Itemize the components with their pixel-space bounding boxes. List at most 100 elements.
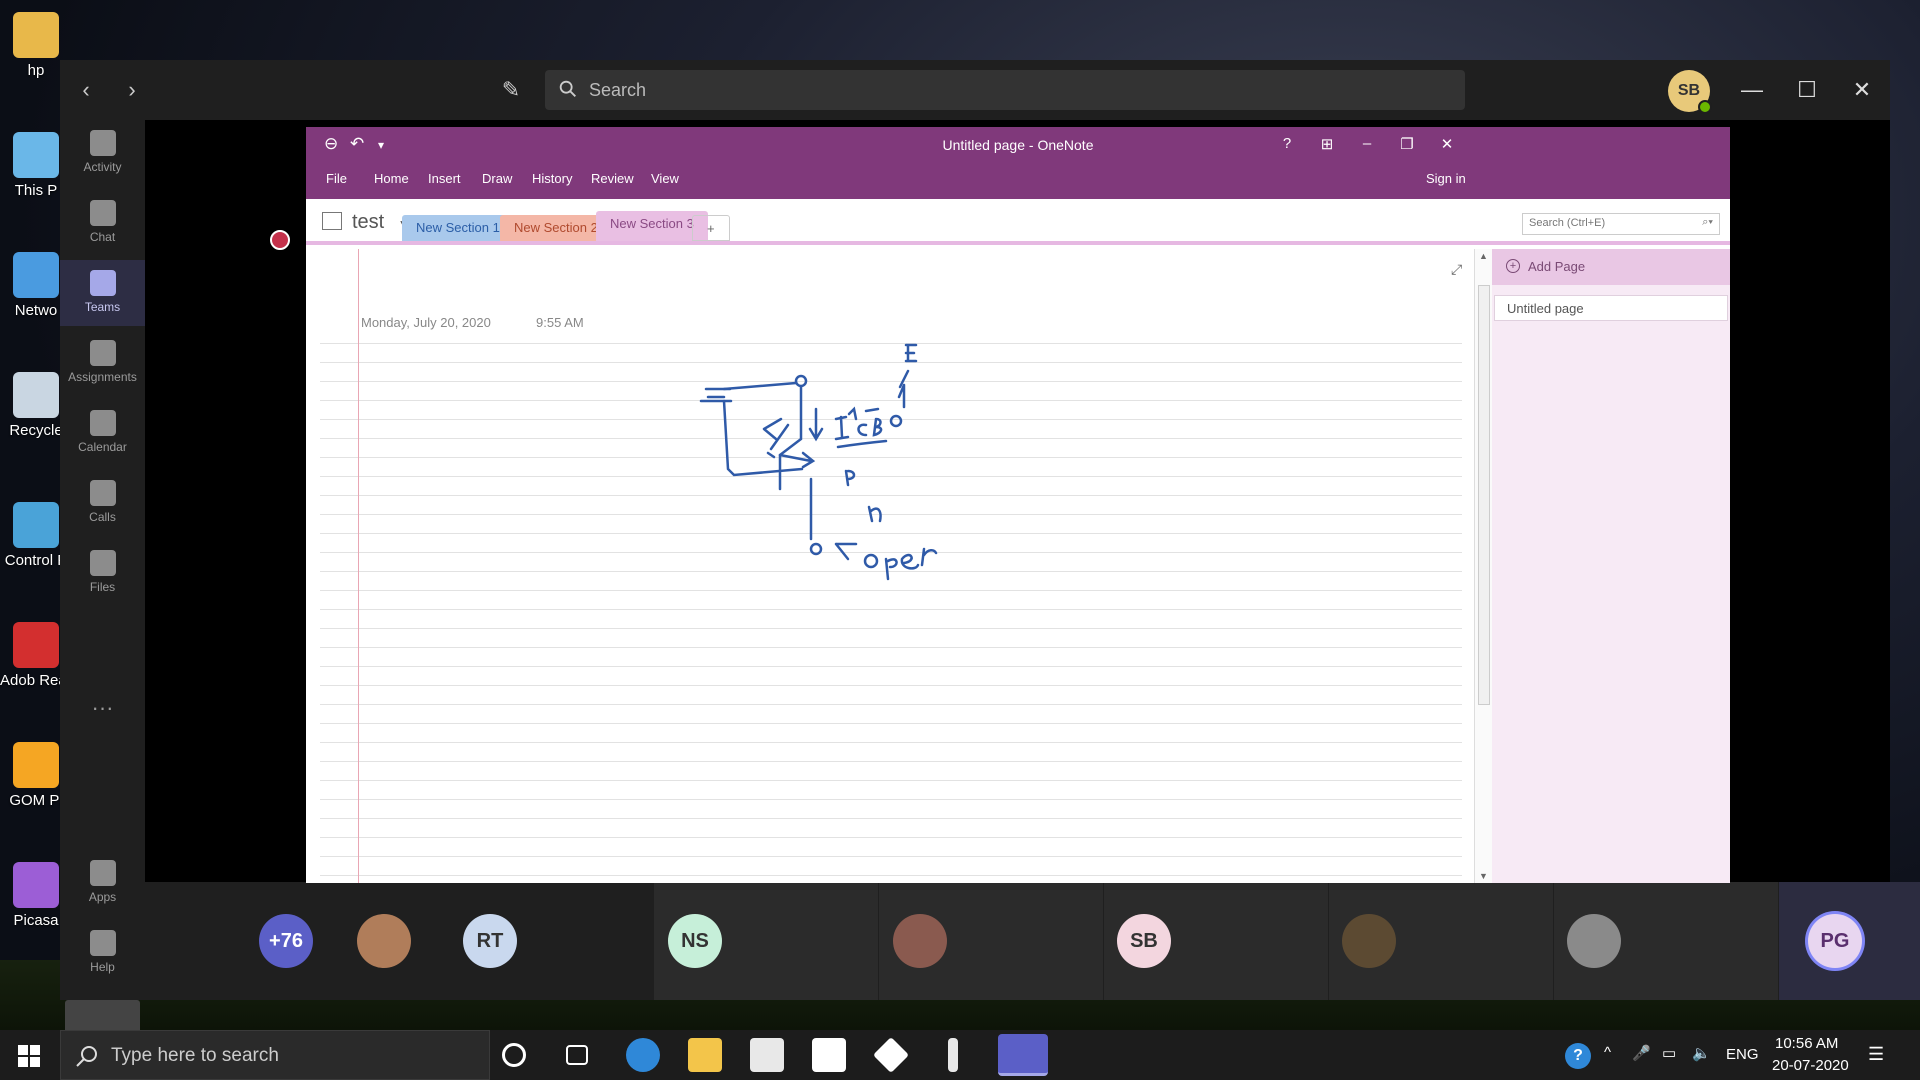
rail-apps[interactable]: Apps (60, 850, 145, 916)
help-icon (89, 930, 116, 956)
amazon-icon[interactable] (812, 1038, 846, 1072)
add-page-label: Add Page (1528, 259, 1586, 274)
scroll-up-icon[interactable]: ▲ (1479, 251, 1488, 261)
participant-avatar[interactable]: PG (1808, 914, 1862, 968)
apps-icon (89, 860, 116, 886)
menu-history[interactable]: History (532, 171, 572, 186)
user-avatar[interactable]: SB (1668, 70, 1712, 114)
participant-avatar[interactable]: SB (1117, 914, 1171, 968)
activity-icon (89, 130, 116, 156)
rail-label: Teams (84, 300, 121, 314)
page-list-item[interactable]: Untitled page (1494, 295, 1728, 321)
cortana-icon[interactable] (502, 1043, 526, 1067)
mail-icon[interactable] (750, 1038, 784, 1072)
add-section-button[interactable]: + (692, 215, 730, 241)
rail-label: Activity (83, 160, 122, 174)
compose-icon[interactable]: ✎ (495, 74, 527, 106)
teams-icon (89, 270, 116, 296)
teams-taskbar-icon[interactable] (998, 1034, 1048, 1076)
page-scrollbar[interactable]: ▲ ▼ (1474, 249, 1492, 883)
onenote-titlebar: ⊖ ↶ ▾ Untitled page - OneNote ? ⊞ – ❐ ✕ … (306, 127, 1730, 199)
participant-avatar[interactable] (1342, 914, 1396, 968)
rail-label: Calendar (78, 440, 127, 454)
handwritten-ink-drawing (699, 343, 938, 581)
language-indicator[interactable]: ENG (1726, 1046, 1759, 1063)
desktop-icon-picasa-icon (13, 862, 59, 908)
magnifier-icon: ⌕▾ (1702, 216, 1713, 228)
rail-label: Files (89, 580, 116, 594)
app-icon[interactable] (948, 1038, 958, 1072)
dropbox-icon[interactable] (872, 1036, 910, 1074)
onenote-restore-icon[interactable]: ❐ (1392, 135, 1422, 153)
forward-arrow-icon[interactable]: › (116, 74, 148, 106)
taskbar-search-input[interactable]: Type here to search (60, 1030, 490, 1080)
files-icon (89, 550, 116, 576)
notifications-icon[interactable]: ☰ (1868, 1044, 1884, 1065)
rail-label: Help (90, 960, 115, 974)
page-canvas[interactable]: Monday, July 20, 2020 9:55 AM ⤢ (306, 249, 1474, 883)
onenote-minimize-icon[interactable]: – (1352, 135, 1382, 152)
help-button[interactable]: ? (1272, 135, 1302, 152)
onenote-search-placeholder: Search (Ctrl+E) (1529, 217, 1606, 229)
edge-browser-icon[interactable] (626, 1038, 660, 1072)
more-apps-icon[interactable]: ··· (60, 695, 145, 721)
menu-file[interactable]: File (326, 171, 347, 186)
help-tray-icon[interactable]: ? (1565, 1043, 1591, 1069)
microphone-icon[interactable]: 🎤 (1632, 1044, 1651, 1062)
participant-avatar[interactable] (357, 914, 411, 968)
participant-avatar[interactable]: RT (463, 914, 517, 968)
ribbon-display-icon[interactable]: ⊞ (1312, 135, 1342, 153)
rail-label: Chat (89, 230, 116, 244)
desktop-icon-control-panel-icon (13, 502, 59, 548)
rail-calendar[interactable]: Calendar (60, 400, 145, 466)
menu-view[interactable]: View (651, 171, 679, 186)
scroll-down-icon[interactable]: ▼ (1479, 871, 1488, 881)
rail-teams[interactable]: Teams (60, 260, 145, 326)
clock-date[interactable]: 20-07-2020 (1772, 1057, 1849, 1074)
maximize-icon[interactable]: ☐ (1785, 74, 1829, 106)
onenote-close-icon[interactable]: ✕ (1432, 135, 1462, 153)
menu-draw[interactable]: Draw (482, 171, 512, 186)
more-participants-button[interactable]: +76 (259, 914, 313, 968)
menu-home[interactable]: Home (374, 171, 409, 186)
rail-activity[interactable]: Activity (60, 120, 145, 186)
user-initials: SB (1677, 82, 1701, 99)
rail-label: Calls (89, 510, 116, 524)
menu-review[interactable]: Review (591, 171, 634, 186)
rail-assignments[interactable]: Assignments (60, 330, 145, 396)
onenote-search-input[interactable]: Search (Ctrl+E) ⌕▾ (1522, 213, 1720, 235)
participant-avatar[interactable]: NS (668, 914, 722, 968)
battery-icon[interactable]: ▭ (1662, 1044, 1676, 1062)
participant-generic-avatar-icon[interactable] (1567, 914, 1621, 968)
teams-app-rail: Activity Chat Teams Assignments Calendar Call… (60, 120, 145, 1050)
taskbar-search-icon (76, 1046, 97, 1067)
onenote-window: ⊖ ↶ ▾ Untitled page - OneNote ? ⊞ – ❐ ✕ … (306, 127, 1730, 883)
taskbar-search-placeholder: Type here to search (111, 1045, 279, 1066)
participant-avatar[interactable] (893, 914, 947, 968)
volume-icon[interactable]: 🔈 (1692, 1044, 1711, 1062)
add-page-button[interactable]: + Add Page (1492, 249, 1730, 285)
windows-start-icon[interactable] (18, 1045, 40, 1067)
rail-help[interactable]: Help (60, 920, 145, 986)
teams-search-input[interactable]: Search (545, 70, 1465, 110)
presence-available-icon (1698, 100, 1712, 114)
assignments-icon (89, 340, 116, 366)
sign-in-link[interactable]: Sign in (1426, 171, 1466, 186)
task-view-icon[interactable] (566, 1045, 588, 1065)
rail-files[interactable]: Files (60, 540, 145, 606)
menu-insert[interactable]: Insert (428, 171, 461, 186)
scroll-thumb[interactable] (1478, 285, 1490, 705)
notebook-picker[interactable]: test ▼ (322, 211, 410, 234)
rail-chat[interactable]: Chat (60, 190, 145, 256)
chat-icon (89, 200, 116, 226)
minimize-icon[interactable]: — (1730, 74, 1774, 106)
file-explorer-icon[interactable] (688, 1038, 722, 1072)
section-tabs-bar: test ▼ New Section 1New Section 2New Sec… (306, 199, 1730, 245)
desktop-icon-this-pc-icon (13, 132, 59, 178)
clock-time[interactable]: 10:56 AM (1775, 1035, 1838, 1052)
back-arrow-icon[interactable]: ‹ (70, 74, 102, 106)
show-hidden-icons-chevron-icon[interactable]: ^ (1604, 1044, 1611, 1061)
section-tab-1[interactable]: New Section 1 (402, 215, 514, 241)
close-icon[interactable]: ✕ (1840, 74, 1884, 106)
rail-calls[interactable]: Calls (60, 470, 145, 536)
